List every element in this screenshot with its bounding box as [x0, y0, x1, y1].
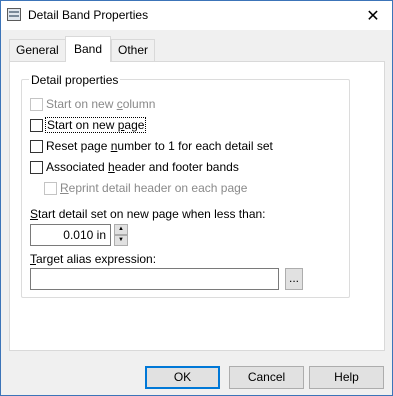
dialog-window: Detail Band Properties ✕ General Band Ot…	[0, 0, 393, 396]
alias-label: Target alias expression:	[30, 252, 157, 266]
ok-button[interactable]: OK	[145, 366, 220, 389]
browse-button[interactable]: ...	[285, 268, 303, 290]
checkbox-box	[30, 119, 43, 133]
alias-input[interactable]	[30, 268, 279, 290]
focus-rect: Start on new page	[44, 117, 147, 133]
title-bar: Detail Band Properties ✕	[1, 1, 392, 30]
checkbox-box	[30, 161, 43, 175]
reprint-header-checkbox[interactable]: Reprint detail header on each page	[44, 181, 247, 197]
threshold-input[interactable]: 0.010 in	[30, 224, 111, 246]
checkbox-box	[30, 98, 43, 112]
tab-other[interactable]: Other	[111, 39, 156, 61]
threshold-label: Start detail set on new page when less t…	[30, 207, 266, 221]
spin-up-icon[interactable]: ▲	[114, 224, 128, 235]
close-icon[interactable]: ✕	[354, 1, 392, 30]
associated-bands-checkbox[interactable]: Associated header and footer bands	[30, 160, 239, 176]
threshold-spinner: ▲ ▼	[114, 224, 128, 246]
window-title: Detail Band Properties	[28, 8, 149, 22]
app-icon	[7, 8, 21, 21]
start-new-page-checkbox[interactable]: Start on new page	[30, 117, 147, 134]
checkbox-box	[44, 182, 57, 196]
reset-page-number-checkbox[interactable]: Reset page number to 1 for each detail s…	[30, 139, 273, 155]
group-legend: Detail properties	[29, 73, 121, 87]
tab-band[interactable]: Band	[65, 36, 111, 62]
help-button[interactable]: Help	[309, 366, 384, 389]
tab-panel-band: Detail properties Start on new column St…	[9, 61, 385, 351]
checkbox-box	[30, 140, 43, 154]
start-new-column-checkbox[interactable]: Start on new column	[30, 97, 155, 113]
cancel-button[interactable]: Cancel	[229, 366, 304, 389]
tab-general[interactable]: General	[9, 39, 66, 61]
spin-down-icon[interactable]: ▼	[114, 235, 128, 246]
